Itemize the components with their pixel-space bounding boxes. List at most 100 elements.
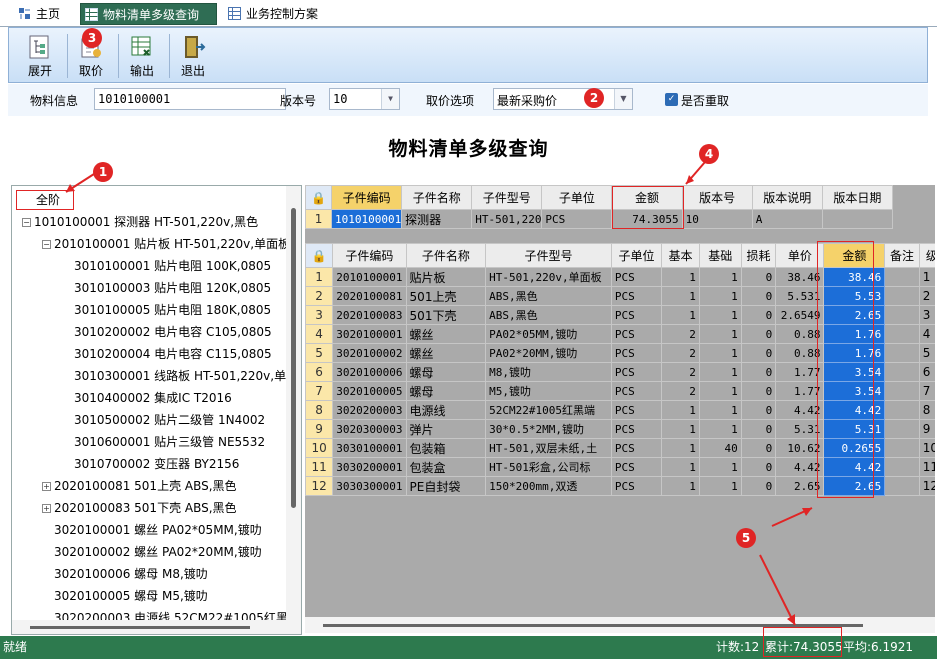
cell-unit[interactable]: PCS	[610, 267, 663, 287]
column-header[interactable]: 子单位	[610, 243, 663, 268]
cell-loss[interactable]: 0	[740, 324, 777, 344]
cell-code[interactable]: 3020100006	[332, 362, 407, 382]
cell-code[interactable]: 1010100001	[331, 209, 403, 229]
cell-basic[interactable]: 1	[661, 476, 700, 496]
expand-node-icon[interactable]: +	[42, 504, 51, 513]
cell-basic[interactable]: 1	[661, 305, 700, 325]
cell-unit[interactable]: PCS	[610, 343, 663, 363]
cell-model[interactable]: HT-501,双层未纸,土	[485, 438, 612, 458]
tab-bom-query[interactable]: 物料清单多级查询	[80, 3, 217, 25]
cell-base[interactable]: 1	[698, 267, 742, 287]
cell-level[interactable]: 5	[918, 343, 935, 363]
tree-node[interactable]: 2010100001 贴片板 HT-501,220v,单面板	[54, 234, 290, 254]
cell-note[interactable]	[884, 419, 920, 439]
cell-note[interactable]	[884, 362, 920, 382]
cell-base[interactable]: 1	[698, 343, 742, 363]
cell-name[interactable]: 电源线	[405, 400, 487, 420]
chevron-down-icon[interactable]: ▼	[381, 89, 399, 109]
cell-note[interactable]	[884, 457, 920, 477]
cell-note[interactable]	[884, 286, 920, 306]
cell-basic[interactable]: 2	[661, 381, 700, 401]
cell-loss[interactable]: 0	[740, 343, 777, 363]
tree-node[interactable]: 1010100001 探测器 HT-501,220v,黑色	[34, 212, 258, 232]
cell-level[interactable]: 11	[918, 457, 935, 477]
tree-node[interactable]: 3010300001 线路板 HT-501,220v,单面	[74, 366, 298, 386]
cell-name[interactable]: 螺母	[405, 362, 487, 382]
cell-loss[interactable]: 0	[740, 400, 777, 420]
cell-model[interactable]: M5,镀叻	[485, 381, 612, 401]
cell-model[interactable]: PA02*05MM,镀叻	[485, 324, 612, 344]
cell-code[interactable]: 3030100001	[332, 438, 407, 458]
collapse-node-icon[interactable]: −	[42, 240, 51, 249]
cell-version[interactable]: 10	[681, 209, 753, 229]
cell-loss[interactable]: 0	[740, 381, 777, 401]
cell-loss[interactable]: 0	[740, 438, 777, 458]
cell-note[interactable]	[884, 381, 920, 401]
bom-tree[interactable]: 全阶 1010100001 探测器 HT-501,220v,黑色 −2010100…	[11, 185, 302, 635]
tree-node[interactable]: 2020100083 501下壳 ABS,黑色	[54, 498, 237, 518]
cell-name[interactable]: 包装盒	[405, 457, 487, 477]
column-header[interactable]: 基础	[698, 243, 742, 268]
cell-code[interactable]: 3020100001	[332, 324, 407, 344]
cell-name[interactable]: 螺母	[405, 381, 487, 401]
cell-note[interactable]	[884, 438, 920, 458]
cell-level[interactable]: 3	[918, 305, 935, 325]
version-select[interactable]: 10 ▼	[329, 88, 400, 110]
cell-code[interactable]: 3020300003	[332, 419, 407, 439]
cell-base[interactable]: 40	[698, 438, 742, 458]
cell-basic[interactable]: 1	[661, 267, 700, 287]
cell-unit[interactable]: PCS	[610, 419, 663, 439]
cell-level[interactable]: 6	[918, 362, 935, 382]
cell-base[interactable]: 1	[698, 362, 742, 382]
cell-note[interactable]	[884, 305, 920, 325]
tab-home[interactable]: 主页	[14, 3, 68, 25]
cell-basic[interactable]: 1	[661, 286, 700, 306]
cell-unit[interactable]: PCS	[541, 209, 613, 229]
tab-business-control[interactable]: 业务控制方案	[224, 3, 326, 25]
cell-loss[interactable]: 0	[740, 286, 777, 306]
cell-note[interactable]	[884, 324, 920, 344]
cell-model[interactable]: PA02*20MM,镀叻	[485, 343, 612, 363]
cell-code[interactable]: 2010100001	[332, 267, 407, 287]
column-header[interactable]: 子件编码	[332, 243, 407, 268]
cell-level[interactable]: 7	[918, 381, 935, 401]
cell-name[interactable]: 501下壳	[405, 305, 487, 325]
cell-unit[interactable]: PCS	[610, 286, 663, 306]
column-header[interactable]: 子件名称	[405, 243, 487, 268]
cell-vdesc[interactable]: A	[751, 209, 823, 229]
price-option-select[interactable]: 最新采购价 ▼	[493, 88, 633, 110]
cell-name[interactable]: 贴片板	[405, 267, 487, 287]
cell-basic[interactable]: 1	[661, 457, 700, 477]
tree-node[interactable]: 3010100005 贴片电阻 180K,0805	[74, 300, 271, 320]
cell-model[interactable]: HT-501彩盒,公司标	[485, 457, 612, 477]
cell-loss[interactable]: 0	[740, 419, 777, 439]
cell-name[interactable]: 螺丝	[405, 324, 487, 344]
column-header[interactable]: 子单位	[541, 185, 613, 210]
tree-node[interactable]: 3020100006 螺母 M8,镀叻	[54, 564, 208, 584]
cell-name[interactable]: 弹片	[405, 419, 487, 439]
cell-loss[interactable]: 0	[740, 362, 777, 382]
tree-node[interactable]: 3010400002 集成IC T2016	[74, 388, 232, 408]
cell-base[interactable]: 1	[698, 381, 742, 401]
cell-basic[interactable]: 1	[661, 438, 700, 458]
cell-loss[interactable]: 0	[740, 457, 777, 477]
cell-basic[interactable]: 2	[661, 324, 700, 344]
column-header[interactable]: 子件型号	[485, 243, 612, 268]
tree-node[interactable]: 3020100005 螺母 M5,镀叻	[54, 586, 208, 606]
cell-level[interactable]: 2	[918, 286, 935, 306]
column-header[interactable]: 子件名称	[401, 185, 473, 210]
cell-base[interactable]: 1	[698, 476, 742, 496]
chevron-down-icon[interactable]: ▼	[614, 89, 632, 109]
tree-horizontal-scrollbar[interactable]	[12, 620, 286, 634]
cell-code[interactable]: 3020100005	[332, 381, 407, 401]
table-row[interactable]: 1 1010100001 探测器 HT-501,220 PCS 74.3055 10 A	[304, 209, 894, 229]
tree-node[interactable]: 3010700002 变压器 BY2156	[74, 454, 239, 474]
cell-base[interactable]: 1	[698, 419, 742, 439]
cell-code[interactable]: 2020100083	[332, 305, 407, 325]
cell-model[interactable]: ABS,黑色	[485, 286, 612, 306]
cell-name[interactable]: PE自封袋	[405, 476, 487, 496]
cell-unit[interactable]: PCS	[610, 305, 663, 325]
cell-level[interactable]: 10	[918, 438, 935, 458]
tree-node[interactable]: 3010100003 贴片电阻 120K,0805	[74, 278, 271, 298]
cell-level[interactable]: 1	[918, 267, 935, 287]
